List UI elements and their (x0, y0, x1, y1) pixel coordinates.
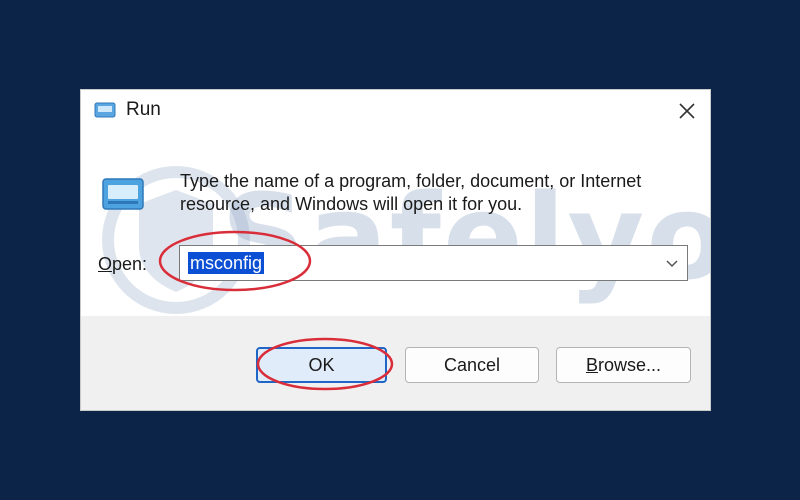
chevron-down-icon[interactable] (665, 257, 679, 269)
browse-button[interactable]: Browse... (556, 347, 691, 383)
run-icon (94, 102, 116, 118)
open-label: Open: (98, 254, 147, 275)
run-program-icon (102, 178, 144, 210)
window-title: Run (126, 99, 161, 120)
instructions-text: Type the name of a program, folder, docu… (180, 171, 642, 214)
close-icon (679, 103, 695, 119)
close-button[interactable] (664, 90, 710, 132)
title-bar: Run (81, 90, 710, 132)
browse-access-key: B (585, 354, 598, 375)
open-label-text: pen: (112, 254, 148, 274)
open-label-access-key: O (98, 254, 113, 274)
cancel-button[interactable]: Cancel (405, 347, 539, 383)
browse-label: rowse... (597, 354, 662, 375)
open-combobox[interactable]: msconfig (179, 245, 688, 281)
open-input-value[interactable]: msconfig (188, 252, 265, 274)
ok-button[interactable]: OK (256, 347, 387, 383)
run-dialog: Run Safelyo Type the name of a program, … (80, 89, 711, 411)
button-bar: OK Cancel Browse... (81, 316, 710, 410)
